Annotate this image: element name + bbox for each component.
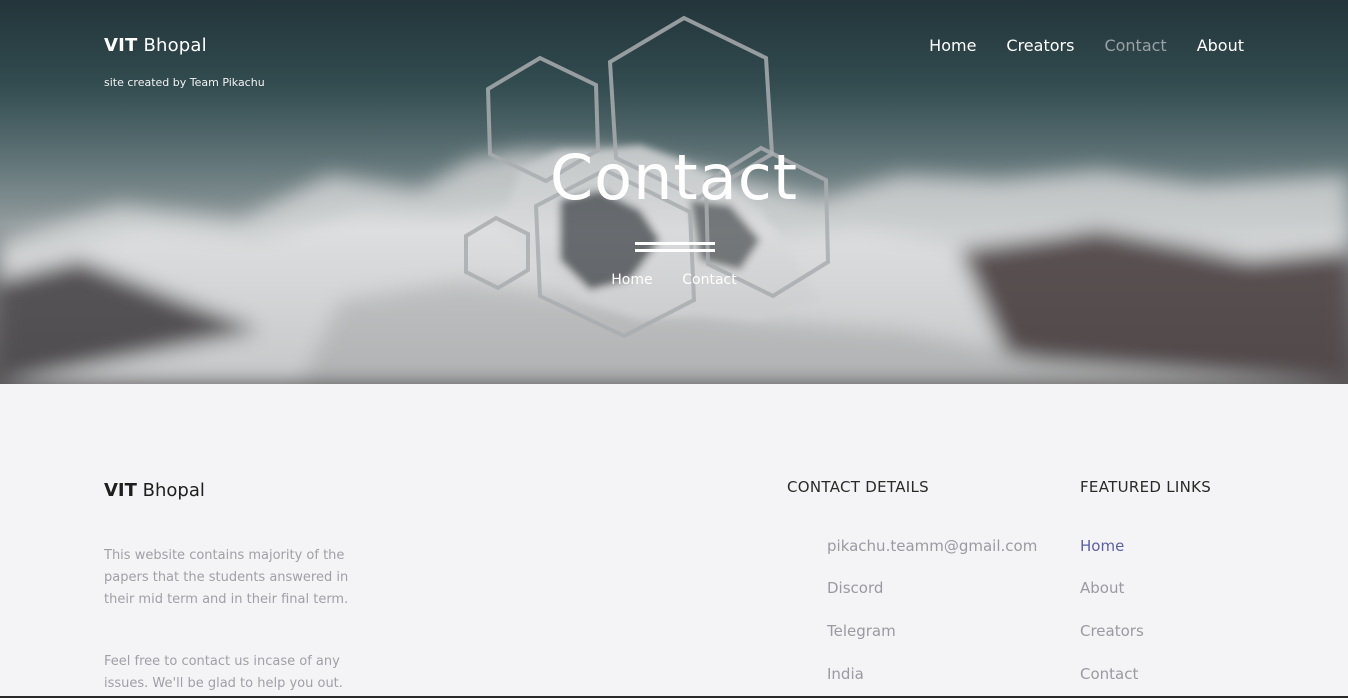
title-underline <box>635 242 715 256</box>
brand-subtitle: site created by Team Pikachu <box>104 76 265 89</box>
featured-links-heading: FEATURED LINKS <box>1080 478 1212 496</box>
breadcrumb: Home / Contact <box>0 272 1348 288</box>
contact-telegram[interactable]: Telegram <box>827 622 896 640</box>
underline-bar-bottom <box>635 249 715 252</box>
footer-link-contact[interactable]: Contact <box>1080 665 1138 683</box>
footer-description: This website contains majority of the pa… <box>104 548 349 607</box>
footer-contact-note: Feel free to contact us incase of any is… <box>104 654 343 691</box>
nav-home[interactable]: Home <box>929 36 976 56</box>
contact-details-heading: CONTACT DETAILS <box>787 478 929 496</box>
footer-brand: VIT Bhopal <box>104 480 205 501</box>
footer-brand-light: Bhopal <box>142 480 205 501</box>
hero-banner: VIT Bhopal site created by Team Pikachu … <box>0 0 1348 384</box>
footer-link-creators[interactable]: Creators <box>1080 622 1144 640</box>
page-title: Contact <box>549 141 799 214</box>
breadcrumb-current: Contact <box>682 272 737 288</box>
site-brand[interactable]: VIT Bhopal site created by Team Pikachu <box>104 34 265 89</box>
nav-about[interactable]: About <box>1197 36 1244 56</box>
nav-creators[interactable]: Creators <box>1006 36 1074 56</box>
brand-name[interactable]: VIT Bhopal <box>104 34 265 58</box>
footer-link-about[interactable]: About <box>1080 579 1124 597</box>
breadcrumb-separator: / <box>665 272 670 288</box>
contact-discord[interactable]: Discord <box>827 579 883 597</box>
underline-bar-top <box>635 242 715 245</box>
contact-email[interactable]: pikachu.teamm@gmail.com <box>827 537 1037 555</box>
footer-link-home[interactable]: Home <box>1080 537 1124 555</box>
nav-contact[interactable]: Contact <box>1104 36 1166 56</box>
main-nav: Home Creators Contact About <box>929 36 1244 56</box>
footer-brand-bold: VIT <box>104 480 137 501</box>
brand-bold: VIT <box>104 35 138 56</box>
contact-location: India <box>827 665 864 683</box>
breadcrumb-home[interactable]: Home <box>611 272 652 288</box>
brand-light: Bhopal <box>143 35 207 56</box>
